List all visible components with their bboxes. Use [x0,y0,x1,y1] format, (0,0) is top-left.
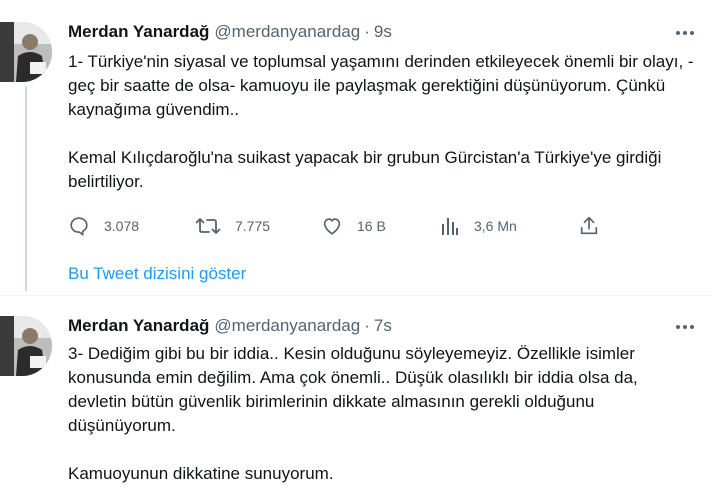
share-button[interactable] [578,211,600,241]
views-count: 3,6 Mn [474,218,517,234]
author-name[interactable]: Merdan Yanardağ [68,22,209,42]
tweet-time[interactable]: 9s [374,22,392,42]
tweet-1[interactable]: Merdan Yanardağ @merdanyanardag · 9s 1- … [0,0,712,296]
analytics-icon [442,218,458,235]
tweet-paragraph: Kamuoyunun dikkatine sunuyorum. [68,464,334,483]
author-handle[interactable]: @merdanyanardag [214,22,360,42]
tweet-paragraph: 3- Dediğim gibi bu bir iddia.. Kesin old… [68,344,638,435]
reply-count: 3.078 [104,218,140,234]
thread-line [25,86,27,291]
more-icon[interactable] [674,22,696,44]
tweet-2[interactable]: Merdan Yanardağ @merdanyanardag · 7s 3- … [0,296,712,503]
like-button[interactable]: 16 B [321,211,386,241]
views-button[interactable]: 3,6 Mn [440,211,517,241]
more-icon[interactable] [674,316,696,338]
author-name[interactable]: Merdan Yanardağ [68,316,209,336]
retweet-count: 7.775 [235,218,271,234]
separator-dot: · [364,22,370,41]
tweet-text: 3- Dediğim gibi bu bir iddia.. Kesin old… [68,342,698,486]
avatar[interactable] [0,22,52,82]
tweet-paragraph: 1- Türkiye'nin siyasal ve toplumsal yaşa… [68,52,694,119]
heart-icon [323,218,341,235]
show-thread-link[interactable]: Bu Tweet dizisini göster [68,264,246,284]
tweet-header: Merdan Yanardağ @merdanyanardag · 7s [68,316,392,338]
author-handle[interactable]: @merdanyanardag [214,316,360,336]
tweet-text: 1- Türkiye'nin siyasal ve toplumsal yaşa… [68,50,708,194]
reply-button[interactable]: 3.078 [68,211,139,241]
separator-dot: · [364,316,370,335]
tweet-paragraph: Kemal Kılıçdaroğlu'na suikast yapacak bi… [68,148,662,191]
like-count: 16 B [357,218,386,234]
reply-icon [70,217,88,236]
tweet-time[interactable]: 7s [374,316,392,336]
retweet-icon [195,218,221,234]
retweet-button[interactable]: 7.775 [195,211,270,241]
tweet-header: Merdan Yanardağ @merdanyanardag · 9s [68,22,392,44]
action-bar: 3.078 7.775 16 B 3,6 Mn [68,211,608,241]
share-icon [580,216,598,235]
avatar[interactable] [0,316,52,376]
